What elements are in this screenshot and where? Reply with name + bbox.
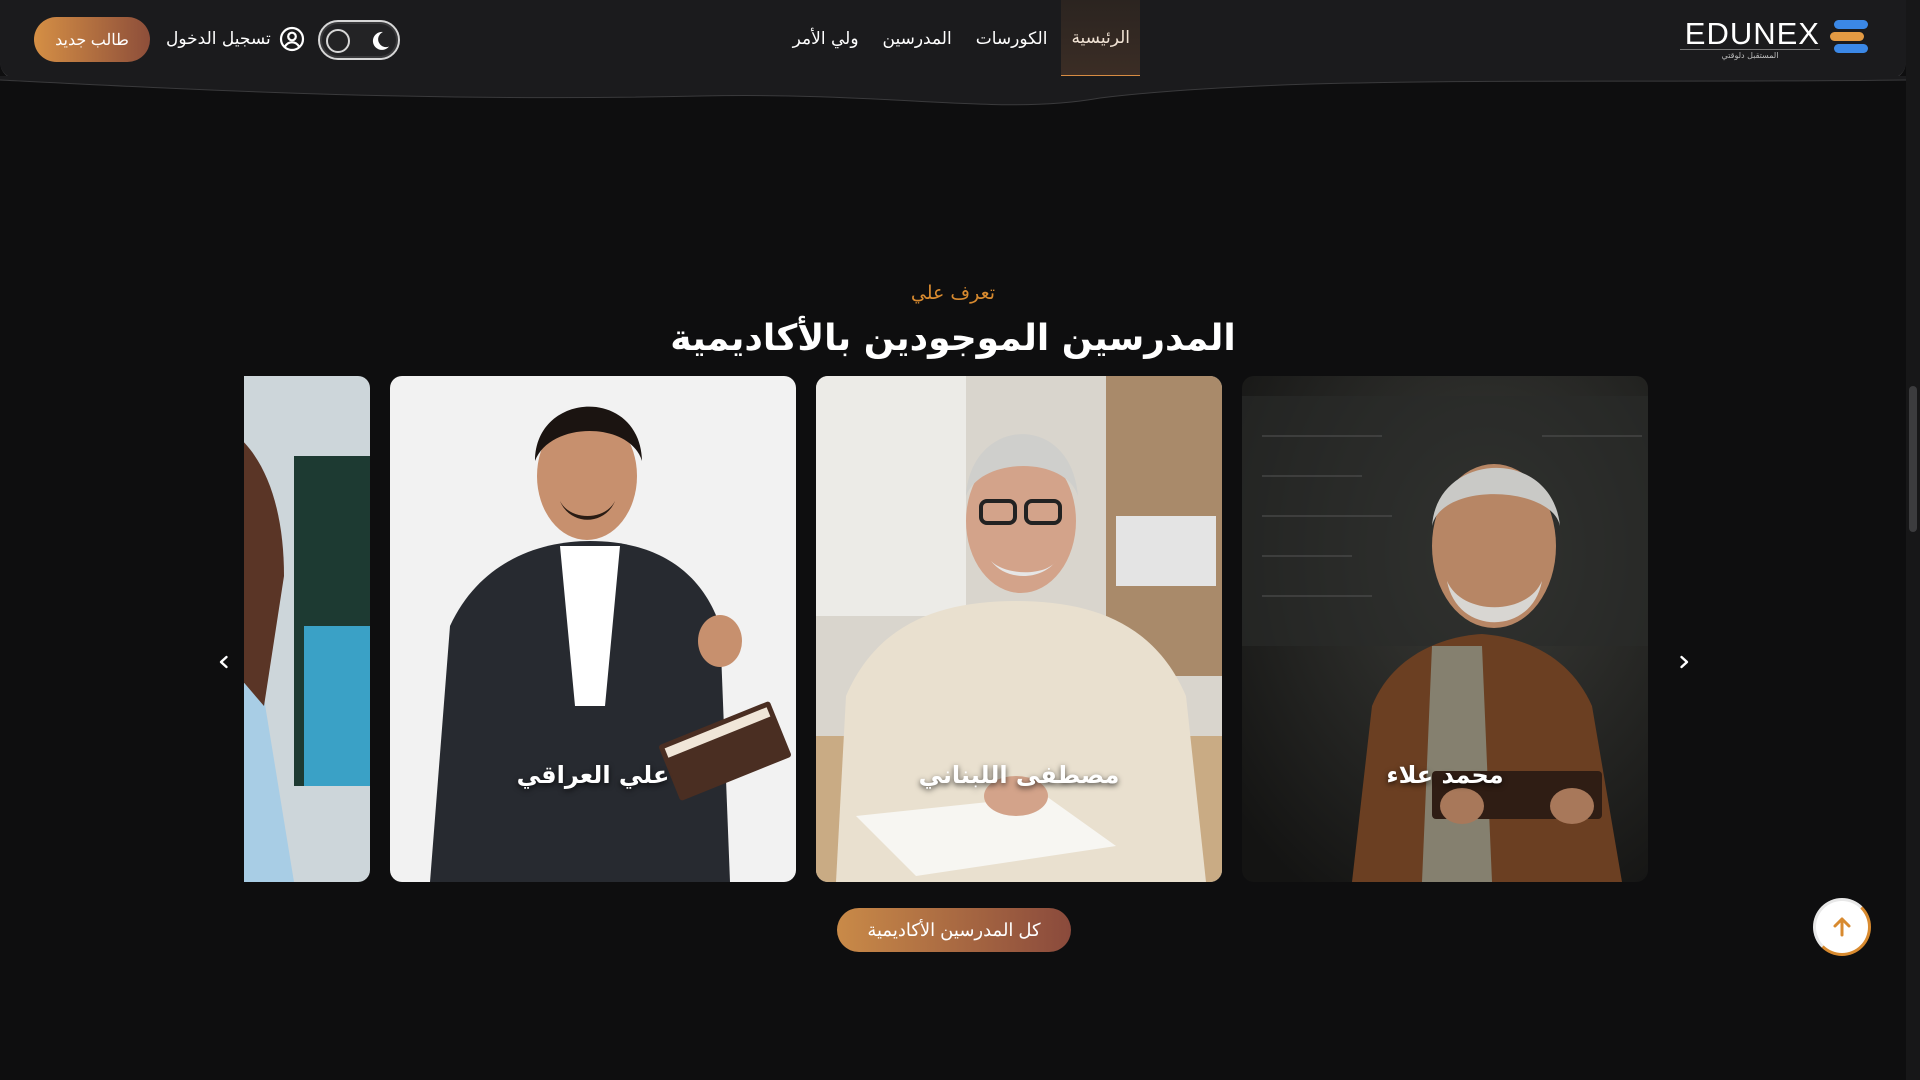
- login-label: تسجيل الدخول: [166, 29, 271, 49]
- theme-toggle[interactable]: [318, 20, 400, 60]
- section-subtitle: تعرف علي: [910, 282, 996, 304]
- all-teachers-button[interactable]: كل المدرسين الأكاديمية: [837, 908, 1071, 952]
- teachers-carousel: محمد علاء مصطفى اللبناني علي العراقي: [244, 376, 1650, 882]
- logo-text: EDUNEX: [1684, 16, 1820, 51]
- main-nav: الرئيسية الكورسات المدرسين ولي الأمر: [770, 0, 1140, 80]
- teacher-photo: [1242, 376, 1648, 882]
- edunex-logo-icon: [1830, 20, 1868, 53]
- chevron-right-icon: [1680, 655, 1689, 669]
- teacher-card[interactable]: مصطفى اللبناني: [816, 376, 1222, 882]
- carousel-prev-button[interactable]: [210, 648, 238, 676]
- nav-item-courses[interactable]: الكورسات: [966, 0, 1058, 78]
- scrollbar-thumb[interactable]: [1909, 386, 1917, 532]
- teacher-card[interactable]: علي العراقي: [390, 376, 796, 882]
- user-circle-icon: [279, 26, 304, 52]
- teacher-name: محمد علاء: [1386, 761, 1504, 789]
- site-logo[interactable]: EDUNEX المستقبل دلوقتي: [1680, 16, 1870, 60]
- chevron-left-icon: [219, 655, 228, 669]
- teacher-name: مصطفى اللبناني: [918, 761, 1120, 789]
- logo-tagline: المستقبل دلوقتي: [1680, 49, 1820, 62]
- login-link[interactable]: تسجيل الدخول: [166, 23, 305, 55]
- teacher-card[interactable]: محمد علاء: [1242, 376, 1648, 882]
- site-header: EDUNEX المستقبل دلوقتي الرئيسية الكورسات…: [0, 0, 1906, 80]
- carousel-next-button[interactable]: [1670, 648, 1698, 676]
- section-title: المدرسين الموجودين بالأكاديمية: [670, 318, 1236, 359]
- teacher-photo: [244, 376, 370, 882]
- nav-item-teachers[interactable]: المدرسين: [873, 0, 962, 78]
- page-scrollbar[interactable]: [1906, 0, 1920, 1080]
- nav-item-parent[interactable]: ولي الأمر: [783, 0, 869, 78]
- new-student-button[interactable]: طالب جديد: [34, 17, 150, 62]
- header-wave-decoration: [0, 76, 1906, 106]
- scroll-top-button[interactable]: [1813, 898, 1871, 956]
- moon-icon: [372, 31, 389, 50]
- teacher-card[interactable]: [244, 376, 370, 882]
- teacher-name: علي العراقي: [516, 761, 670, 789]
- toggle-knob: [326, 29, 350, 53]
- nav-item-home[interactable]: الرئيسية: [1061, 0, 1140, 78]
- teacher-photo: [390, 376, 796, 882]
- teacher-photo: [816, 376, 1222, 882]
- arrow-up-icon: [1833, 917, 1851, 937]
